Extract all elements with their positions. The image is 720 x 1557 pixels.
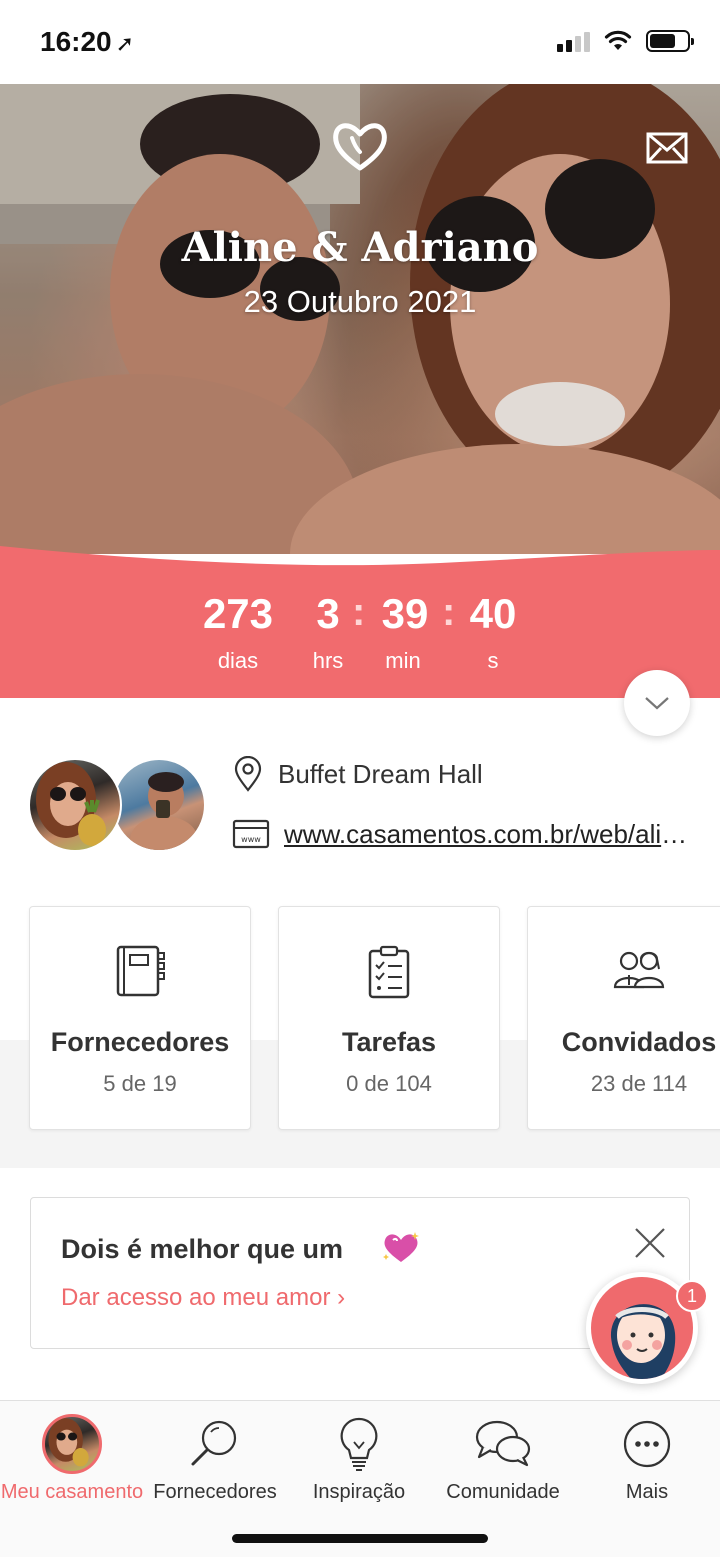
countdown-banner: 273 3 : 39 : 40 dias hrs min s: [0, 540, 720, 698]
tab-mais[interactable]: Mais: [575, 1413, 719, 1504]
chevron-down-icon: [645, 697, 669, 710]
countdown-separator: :: [352, 590, 366, 634]
battery-icon: [646, 30, 694, 52]
countdown-wave: [0, 546, 720, 590]
card-fornecedores[interactable]: Fornecedores 5 de 19: [29, 906, 251, 1130]
bride-photo: [36, 762, 106, 846]
chat-bubbles-icon: [475, 1420, 531, 1467]
wedding-date: 23 Outubro 2021: [243, 284, 477, 319]
card-convidados[interactable]: Convidados 23 de 114: [527, 906, 720, 1130]
more-icon: [623, 1420, 671, 1468]
svg-text:www: www: [241, 835, 261, 844]
promo-link-label: Dar acesso ao meu amor: [61, 1284, 331, 1311]
wifi-icon: [604, 30, 632, 50]
card-title: Tarefas: [341, 1027, 437, 1057]
website-link[interactable]: www.casamentos.com.br/web/aline-e-adrian…: [284, 819, 688, 850]
guests-icon: [613, 951, 665, 989]
mail-icon[interactable]: [640, 128, 694, 168]
website-row[interactable]: www www.casamentos.com.br/web/aline-e-ad…: [232, 818, 688, 850]
card-title: Convidados: [561, 1027, 717, 1057]
cover-photo[interactable]: Aline & Adriano 23 Outubro 2021: [0, 84, 720, 554]
chevron-right-icon: ›: [337, 1284, 346, 1311]
card-tarefas[interactable]: Tarefas 0 de 104: [278, 906, 500, 1130]
couple-avatars[interactable]: [28, 758, 208, 854]
clock: 16:20: [40, 26, 112, 57]
venue-row[interactable]: Buffet Dream Hall: [232, 756, 483, 792]
tab-inspiracao[interactable]: Inspiração: [287, 1413, 431, 1504]
partner-photo: [130, 772, 198, 850]
lightbulb-icon: [340, 1417, 378, 1471]
tab-label: Fornecedores: [153, 1481, 277, 1503]
countdown-seconds: 40: [469, 590, 517, 637]
tab-label: Meu casamento: [0, 1481, 144, 1503]
promo-title: Dois é melhor que um: [61, 1234, 344, 1264]
card-progress: 5 de 19: [103, 1071, 177, 1096]
couple-name: Aline & Adriano: [181, 224, 539, 271]
countdown-separator: :: [442, 590, 456, 634]
sparkling-heart-icon: [383, 1232, 419, 1262]
countdown-seconds-label: s: [487, 648, 499, 673]
card-progress: 23 de 114: [590, 1071, 688, 1096]
countdown-days-label: dias: [217, 648, 259, 673]
status-time: 16:20 ➚: [40, 26, 134, 58]
tab-comunidade[interactable]: Comunidade: [431, 1413, 575, 1504]
close-icon[interactable]: [633, 1226, 667, 1260]
notebook-icon: [116, 945, 165, 997]
countdown-days: 273: [202, 590, 274, 637]
heart-logo-icon: [333, 123, 387, 171]
tab-label: Inspiração: [312, 1481, 406, 1503]
tab-fornecedores[interactable]: Fornecedores: [143, 1413, 287, 1504]
partner-avatar[interactable]: [112, 758, 206, 852]
card-progress: 0 de 104: [346, 1071, 432, 1096]
tab-meu-casamento[interactable]: Meu casamento: [0, 1413, 144, 1504]
promo-link[interactable]: Dar acesso ao meu amor ›: [61, 1284, 345, 1312]
search-icon: [191, 1420, 237, 1466]
location-pin-icon: [234, 756, 262, 792]
expand-button[interactable]: [624, 670, 690, 736]
countdown-minutes-label: min: [385, 648, 421, 673]
tab-label: Comunidade: [446, 1481, 560, 1503]
checklist-icon: [368, 945, 410, 999]
status-bar: 16:20 ➚: [0, 0, 720, 84]
countdown-minutes: 39: [381, 590, 429, 637]
profile-avatar: [42, 1414, 102, 1474]
home-indicator[interactable]: [232, 1534, 488, 1543]
tab-label: Mais: [625, 1481, 669, 1503]
venue-name: Buffet Dream Hall: [278, 758, 483, 789]
countdown-hours-label: hrs: [312, 648, 344, 673]
card-title: Fornecedores: [50, 1027, 230, 1057]
status-icons: [557, 30, 694, 52]
cellular-signal-icon: [557, 30, 590, 52]
countdown-hours: 3: [316, 590, 340, 637]
website-icon: www: [232, 819, 270, 849]
location-arrow-icon: ➚: [115, 31, 135, 56]
bride-avatar[interactable]: [28, 758, 122, 852]
notification-badge: 1: [676, 1280, 708, 1312]
